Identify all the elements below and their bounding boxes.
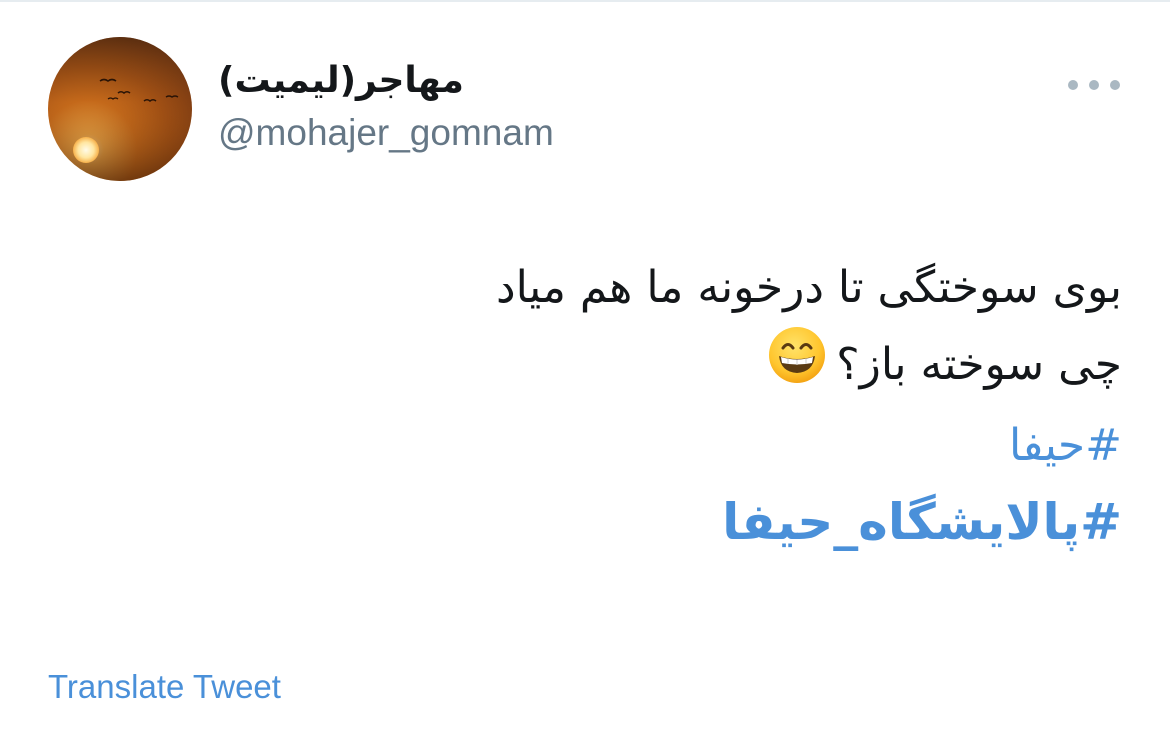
more-horizontal-icon xyxy=(1089,80,1099,90)
tweet-line-2: چی سوخته باز؟ xyxy=(222,326,1122,408)
sunset-birds-avatar-icon xyxy=(48,37,192,181)
display-name[interactable]: مهاجر(لیمیت) xyxy=(218,60,578,101)
translate-tweet-link[interactable]: Translate Tweet xyxy=(48,668,281,706)
tweet-card: مهاجر(لیمیت) @mohajer_gomnam بوی سوختگی … xyxy=(0,0,1170,730)
more-options-button[interactable] xyxy=(1068,70,1120,100)
avatar[interactable] xyxy=(48,37,192,181)
tweet-text: بوی سوختگی تا درخونه ما هم میاد چی سوخته… xyxy=(222,250,1122,560)
more-horizontal-icon xyxy=(1110,80,1120,90)
grinning-face-emoji-icon xyxy=(768,326,826,408)
hashtag-link[interactable]: #پالایشگاه_حیفا xyxy=(222,484,1122,560)
user-handle[interactable]: @mohajer_gomnam xyxy=(218,112,554,154)
top-divider xyxy=(0,0,1170,2)
hashtag-link[interactable]: #حیفا xyxy=(222,408,1122,484)
more-horizontal-icon xyxy=(1068,80,1078,90)
tweet-line-1: بوی سوختگی تا درخونه ما هم میاد xyxy=(496,262,1122,313)
tweet-line-2-text: چی سوخته باز؟ xyxy=(836,339,1122,390)
